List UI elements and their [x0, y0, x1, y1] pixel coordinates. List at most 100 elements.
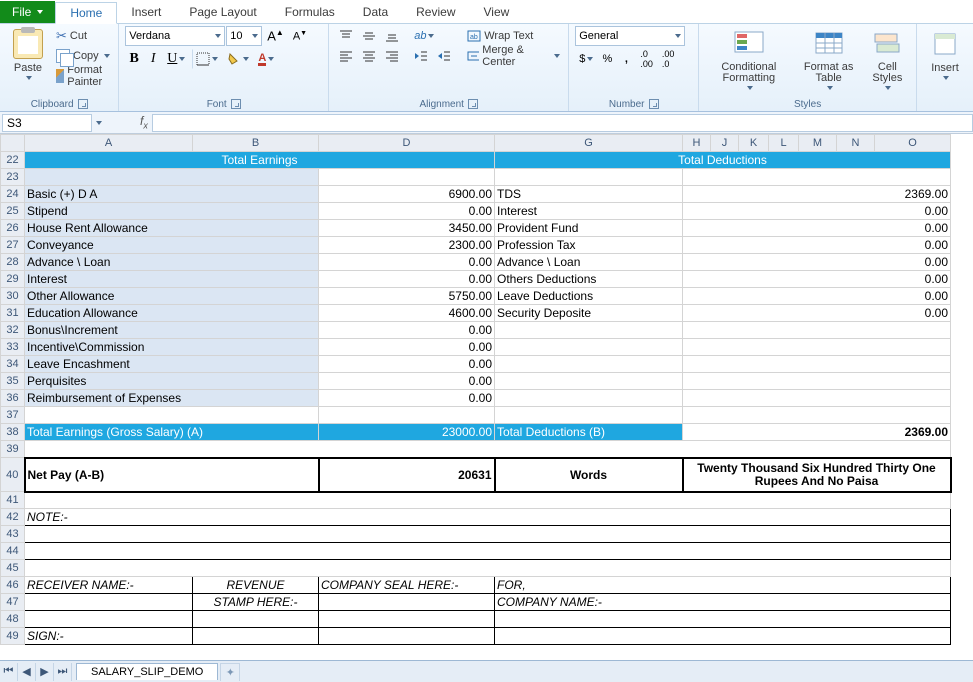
cell[interactable]	[495, 628, 951, 645]
row-header[interactable]: 30	[1, 288, 25, 305]
cell[interactable]: Bonus\Increment	[25, 322, 319, 339]
increase-indent-button[interactable]	[433, 46, 455, 66]
row-header[interactable]: 26	[1, 220, 25, 237]
cell[interactable]: COMPANY SEAL HERE:-	[319, 577, 495, 594]
chevron-down-icon[interactable]	[96, 121, 102, 125]
percent-button[interactable]: %	[598, 49, 616, 69]
cell[interactable]	[25, 441, 951, 458]
align-left-button[interactable]	[335, 46, 357, 66]
align-top-button[interactable]	[335, 26, 357, 46]
cell[interactable]	[319, 611, 495, 628]
cell[interactable]: 0.00	[683, 237, 951, 254]
row-header[interactable]: 48	[1, 611, 25, 628]
wrap-text-button[interactable]: ab Wrap Text	[465, 26, 562, 46]
col-header[interactable]: J	[711, 135, 739, 152]
merge-center-button[interactable]: Merge & Center	[465, 46, 562, 66]
cell[interactable]	[495, 339, 683, 356]
sheet-tab-active[interactable]: SALARY_SLIP_DEMO	[76, 663, 218, 680]
cell[interactable]: REVENUE	[193, 577, 319, 594]
cell[interactable]: Total Earnings	[25, 152, 495, 169]
cell[interactable]	[25, 543, 951, 560]
cell[interactable]	[193, 611, 319, 628]
cell[interactable]	[683, 169, 951, 186]
cell[interactable]: NOTE:-	[25, 509, 951, 526]
font-size-select[interactable]: 10	[226, 26, 262, 46]
cell[interactable]: 0.00	[683, 271, 951, 288]
cut-button[interactable]: ✂ Cut	[54, 26, 112, 46]
sheet-nav-prev[interactable]: ◀	[18, 663, 36, 681]
row-header[interactable]: 28	[1, 254, 25, 271]
cell[interactable]: Total Earnings (Gross Salary) (A)	[25, 424, 319, 441]
cell[interactable]	[495, 373, 683, 390]
dialog-launcher-icon[interactable]	[231, 99, 241, 109]
cell[interactable]: 23000.00	[319, 424, 495, 441]
row-header[interactable]: 24	[1, 186, 25, 203]
sheet-nav-first[interactable]: ⏮	[0, 663, 18, 681]
tab-page-layout[interactable]: Page Layout	[175, 1, 270, 23]
row-header[interactable]: 22	[1, 152, 25, 169]
cell[interactable]: 0.00	[319, 254, 495, 271]
sheet-tab-new[interactable]: ✦	[220, 663, 240, 681]
cell[interactable]: Reimbursement of Expenses	[25, 390, 319, 407]
increase-font-button[interactable]: A▲	[263, 26, 288, 46]
cell[interactable]: Education Allowance	[25, 305, 319, 322]
cell[interactable]: Interest	[25, 271, 319, 288]
cell[interactable]: RECEIVER NAME:-	[25, 577, 193, 594]
cell[interactable]: Net Pay (A-B)	[25, 458, 319, 492]
fx-icon[interactable]: fx	[140, 114, 148, 130]
cell[interactable]	[25, 407, 319, 424]
cell[interactable]: Incentive\Commission	[25, 339, 319, 356]
cell[interactable]	[495, 611, 951, 628]
col-header[interactable]: A	[25, 135, 193, 152]
row-header[interactable]: 38	[1, 424, 25, 441]
align-bottom-button[interactable]	[381, 26, 403, 46]
align-right-button[interactable]	[381, 46, 403, 66]
cell[interactable]: 5750.00	[319, 288, 495, 305]
cell[interactable]: 3450.00	[319, 220, 495, 237]
dialog-launcher-icon[interactable]	[468, 99, 478, 109]
row-header[interactable]: 42	[1, 509, 25, 526]
cell[interactable]	[683, 339, 951, 356]
cell[interactable]: Words	[495, 458, 683, 492]
row-header[interactable]: 35	[1, 373, 25, 390]
decrease-decimal-button[interactable]: .00.0	[658, 49, 679, 69]
cell[interactable]: Leave Encashment	[25, 356, 319, 373]
cell[interactable]: Perquisites	[25, 373, 319, 390]
cell[interactable]: Profession Tax	[495, 237, 683, 254]
cell[interactable]: Basic (+) D A	[25, 186, 319, 203]
row-header[interactable]: 44	[1, 543, 25, 560]
row-header[interactable]: 23	[1, 169, 25, 186]
col-header[interactable]: M	[799, 135, 837, 152]
row-header[interactable]: 39	[1, 441, 25, 458]
underline-button[interactable]: U	[163, 49, 189, 69]
cell[interactable]: Advance \ Loan	[495, 254, 683, 271]
tab-data[interactable]: Data	[349, 1, 402, 23]
cell[interactable]	[319, 407, 495, 424]
align-middle-button[interactable]	[358, 26, 380, 46]
col-header[interactable]: G	[495, 135, 683, 152]
cell[interactable]: 0.00	[683, 288, 951, 305]
cell[interactable]: Interest	[495, 203, 683, 220]
dialog-launcher-icon[interactable]	[78, 99, 88, 109]
cell[interactable]	[25, 526, 951, 543]
decrease-indent-button[interactable]	[410, 46, 432, 66]
tab-review[interactable]: Review	[402, 1, 469, 23]
cell[interactable]	[683, 356, 951, 373]
cell[interactable]	[25, 492, 951, 509]
cell[interactable]: 0.00	[319, 203, 495, 220]
cell[interactable]: Stipend	[25, 203, 319, 220]
sheet-nav-next[interactable]: ▶	[36, 663, 54, 681]
cell[interactable]: 4600.00	[319, 305, 495, 322]
row-header[interactable]: 49	[1, 628, 25, 645]
cell[interactable]	[319, 169, 495, 186]
cell[interactable]: FOR,	[495, 577, 951, 594]
orientation-button[interactable]: ab	[410, 26, 438, 46]
row-header[interactable]: 29	[1, 271, 25, 288]
decrease-font-button[interactable]: A▼	[289, 26, 311, 46]
italic-button[interactable]: I	[144, 49, 162, 69]
cell[interactable]: 0.00	[319, 271, 495, 288]
tab-insert[interactable]: Insert	[117, 1, 175, 23]
cell[interactable]: TDS	[495, 186, 683, 203]
insert-cells-button[interactable]: Insert	[923, 26, 967, 82]
cell[interactable]: 0.00	[319, 322, 495, 339]
